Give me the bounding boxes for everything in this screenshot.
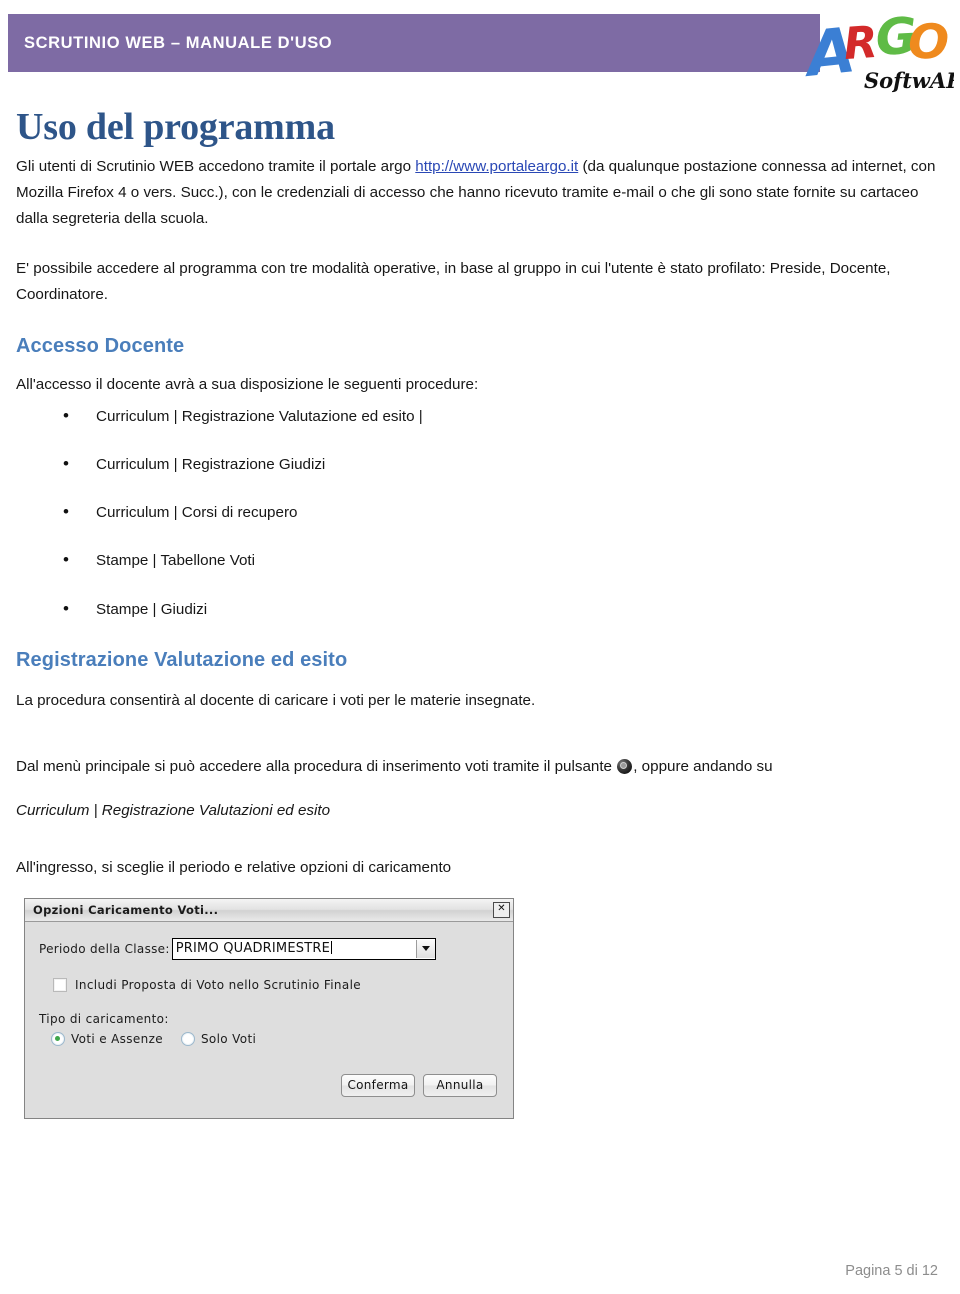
text-caret xyxy=(331,941,332,954)
section-heading-accesso-docente: Accesso Docente xyxy=(16,334,185,357)
menu-access-text-before: Dal menù principale si può accedere alla… xyxy=(16,758,612,776)
tipo-caricamento-radio-group: Voti e Assenze Solo Voti xyxy=(51,1031,499,1046)
registrazione-paragraph-1: La procedura consentirà al docente di ca… xyxy=(16,691,536,709)
includi-proposta-label: Includi Proposta di Voto nello Scrutinio… xyxy=(75,977,362,992)
period-label: Periodo della Classe: xyxy=(39,941,170,956)
list-item: Curriculum | Corsi di recupero xyxy=(16,502,946,523)
page-indicator: Pagina 5 di 12 xyxy=(845,1263,938,1279)
radio-solo-voti-label: Solo Voti xyxy=(200,1031,257,1046)
list-item: Curriculum | Registrazione Giudizi xyxy=(16,454,946,475)
radio-solo-voti-indicator[interactable] xyxy=(180,1031,195,1046)
dialog-body: Periodo della Classe: PRIMO QUADRIMESTRE… xyxy=(25,921,513,1118)
section-heading-registrazione-valutazione: Registrazione Valutazione ed esito xyxy=(16,648,348,671)
page-title: Uso del programma xyxy=(16,106,335,148)
argo-logo-svg: A R G O SoftwARE xyxy=(804,7,954,93)
procedures-list: Curriculum | Registrazione Valutazione e… xyxy=(16,406,946,620)
menu-access-paragraph: Dal menù principale si può accedere alla… xyxy=(16,753,946,782)
header-banner-title: SCRUTINIO WEB – MANUALE D'USO xyxy=(24,33,333,52)
dialog-screenshot: Opzioni Caricamento Voti... ✕ Periodo de… xyxy=(24,897,516,1119)
dialog-button-bar: Conferma Annulla xyxy=(39,1073,499,1097)
svg-text:O: O xyxy=(907,14,950,71)
voti-button-icon xyxy=(617,759,633,775)
radio-solo-voti[interactable]: Solo Voti xyxy=(180,1031,257,1046)
docente-intro-paragraph: All'accesso il docente avrà a sua dispos… xyxy=(16,375,479,393)
document-content: Uso del programma Gli utenti di Scrutini… xyxy=(0,106,960,1119)
includi-proposta-checkbox[interactable] xyxy=(53,977,67,992)
portaleargo-link[interactable]: http://www.portaleargo.it xyxy=(415,158,578,175)
chevron-down-icon[interactable] xyxy=(415,939,435,958)
page-header: SCRUTINIO WEB – MANUALE D'USO A R G O So… xyxy=(0,0,960,96)
menu-access-text-after: , oppure andando su xyxy=(633,758,773,776)
svg-text:R: R xyxy=(842,17,879,70)
includi-proposta-checkbox-row[interactable]: Includi Proposta di Voto nello Scrutinio… xyxy=(53,977,499,992)
intro-paragraph: Gli utenti di Scrutinio WEB accedono tra… xyxy=(16,154,946,232)
page-footer: Pagina 5 di 12 xyxy=(0,1262,960,1280)
period-combobox-value-wrap: PRIMO QUADRIMESTRE xyxy=(173,941,416,956)
header-banner: SCRUTINIO WEB – MANUALE D'USO xyxy=(8,14,820,72)
radio-voti-e-assenze-indicator[interactable] xyxy=(51,1031,65,1046)
opzioni-caricamento-voti-dialog: Opzioni Caricamento Voti... ✕ Periodo de… xyxy=(24,897,514,1119)
period-field-row: Periodo della Classe: PRIMO QUADRIMESTRE xyxy=(39,937,499,960)
annulla-button[interactable]: Annulla xyxy=(423,1073,497,1097)
tipo-caricamento-label: Tipo di caricamento: xyxy=(39,1011,169,1026)
close-icon[interactable]: ✕ xyxy=(493,901,510,918)
registrazione-paragraph-2: All'ingresso, si sceglie il periodo e re… xyxy=(16,859,452,877)
argo-software-logo: A R G O SoftwARE xyxy=(804,2,954,94)
period-combobox-value: PRIMO QUADRIMESTRE xyxy=(175,941,330,956)
dialog-titlebar: Opzioni Caricamento Voti... ✕ xyxy=(25,898,513,922)
menu-path-italic: Curriculum | Registrazione Valutazioni e… xyxy=(16,802,331,820)
list-item: Curriculum | Registrazione Valutazione e… xyxy=(16,406,946,427)
list-item: Stampe | Giudizi xyxy=(16,599,946,620)
modes-paragraph: E' possibile accedere al programma con t… xyxy=(16,260,891,304)
dialog-title: Opzioni Caricamento Voti... xyxy=(33,902,219,917)
period-combobox[interactable]: PRIMO QUADRIMESTRE xyxy=(171,937,436,960)
conferma-button[interactable]: Conferma xyxy=(341,1073,415,1097)
intro-text-part1: Gli utenti di Scrutinio WEB accedono tra… xyxy=(16,157,416,175)
radio-voti-e-assenze-label: Voti e Assenze xyxy=(71,1031,163,1046)
svg-text:SoftwARE: SoftwARE xyxy=(864,68,954,93)
radio-voti-e-assenze[interactable]: Voti e Assenze xyxy=(51,1031,163,1046)
list-item: Stampe | Tabellone Voti xyxy=(16,550,946,571)
